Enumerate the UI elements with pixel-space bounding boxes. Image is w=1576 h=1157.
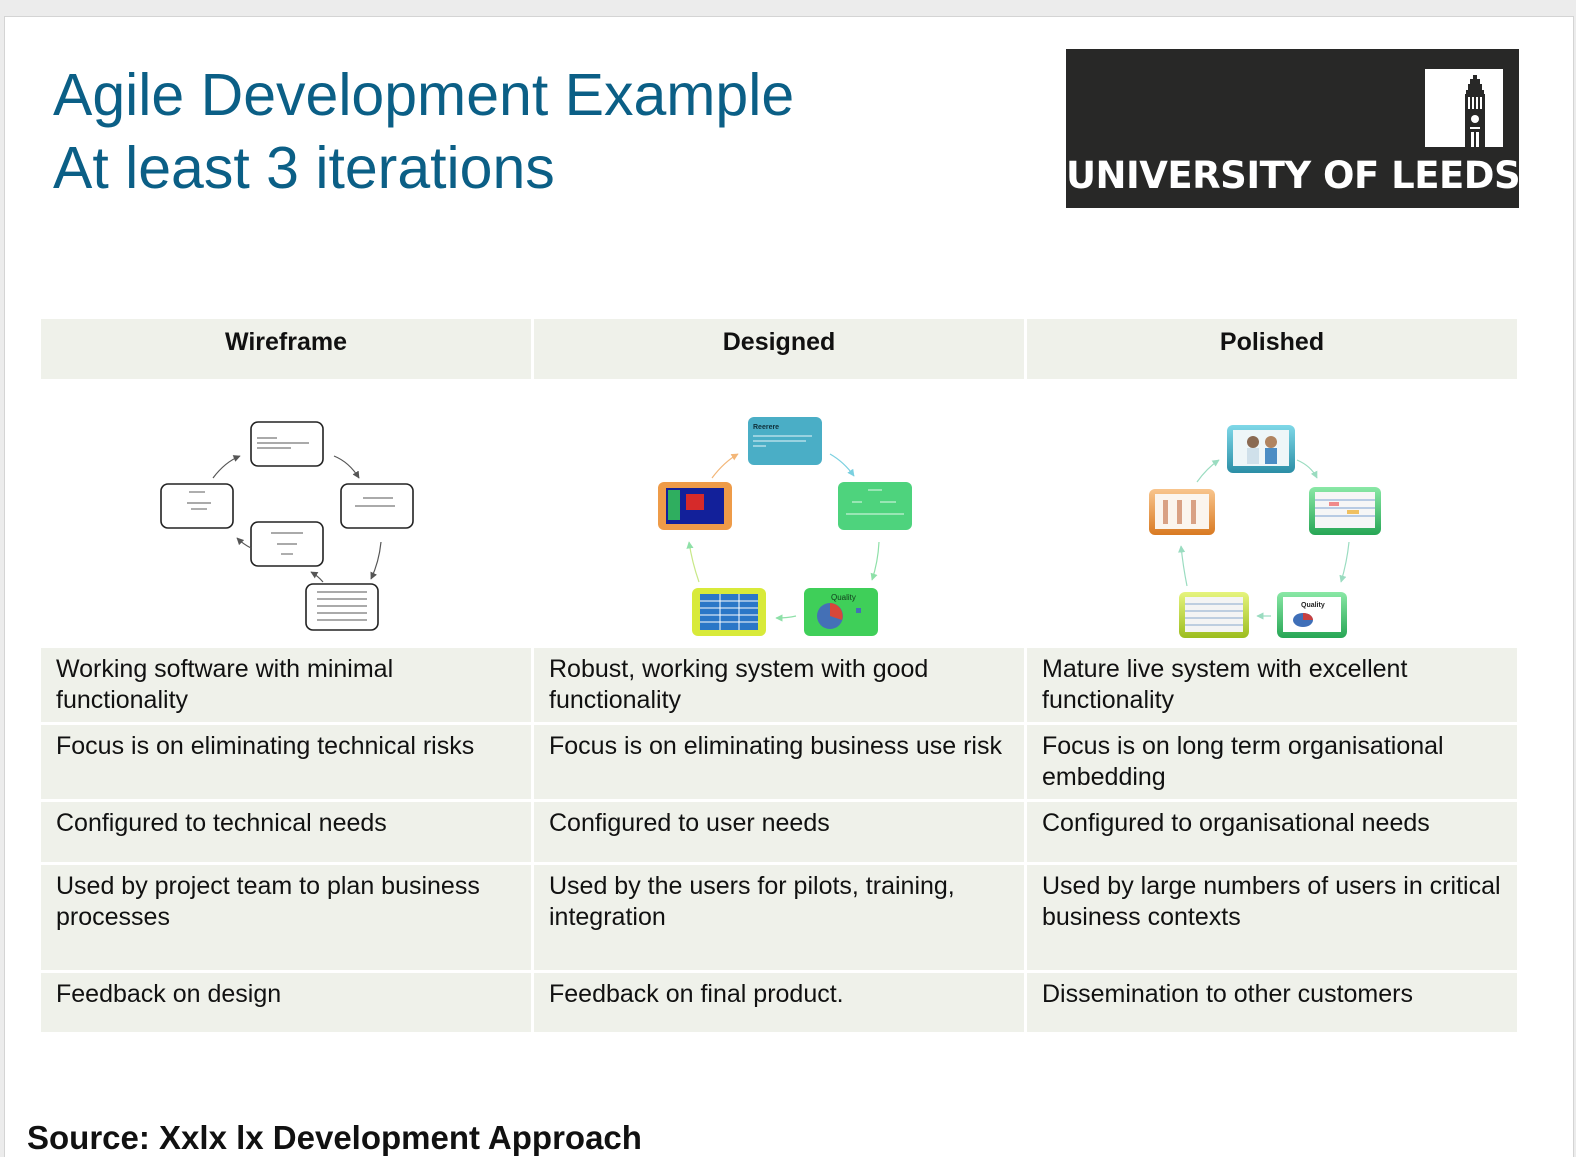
table-row: Configured to technical needs Configured… [41,802,1519,862]
table-header-row: Wireframe Designed Polished [41,319,1519,379]
table-row: Used by project team to plan business pr… [41,865,1519,970]
slide: Agile Development Example At least 3 ite… [4,16,1574,1157]
row3-designed: Configured to user needs [534,802,1024,862]
designed-cycle-diagram-icon: Reerere Quality [658,417,912,636]
title-line-1: Agile Development Example [53,62,795,128]
polished-cycle-diagram-icon: Quality [1149,425,1381,638]
table-image-row: Reerere Quality Quality [41,382,1519,648]
title-line-2: At least 3 iterations [53,135,555,201]
comparison-table: Wireframe Designed Polished Reerere Qual… [41,319,1519,1035]
table-row: Focus is on eliminating technical risks … [41,725,1519,799]
wireframe-cycle-diagram-icon [160,421,414,631]
row1-wireframe: Working software with minimal functional… [41,648,531,722]
header-wireframe: Wireframe [41,319,531,379]
table-row: Feedback on design Feedback on final pro… [41,973,1519,1032]
row4-designed: Used by the users for pilots, training, … [534,865,1024,970]
row4-wireframe: Used by project team to plan business pr… [41,865,531,970]
header-designed: Designed [534,319,1024,379]
row1-designed: Robust, working system with good functio… [534,648,1024,722]
row3-polished: Configured to organisational needs [1027,802,1517,862]
designed-quality-label: Quality [831,593,856,602]
designed-top-label: Reerere [753,424,779,431]
wireframe-image-cell [41,382,531,648]
source-caption: Source: Xxlx lx Development Approach [27,1119,642,1156]
table-row: Working software with minimal functional… [41,648,1519,722]
row2-designed: Focus is on eliminating business use ris… [534,725,1024,799]
row3-wireframe: Configured to technical needs [41,802,531,862]
header-polished: Polished [1027,319,1517,379]
polished-quality-label: Quality [1301,602,1325,609]
polished-image-cell: Quality [1027,382,1517,648]
row4-polished: Used by large numbers of users in critic… [1027,865,1517,970]
logo-wordmark: UNIVERSITY OF LEEDS [1066,154,1521,197]
university-logo: UNIVERSITY OF LEEDS [1066,49,1521,208]
row5-polished: Dissemination to other customers [1027,973,1517,1032]
slide-title: Agile Development Example At least 3 ite… [53,59,794,205]
designed-image-cell: Reerere Quality [534,382,1024,648]
row5-designed: Feedback on final product. [534,973,1024,1032]
row5-wireframe: Feedback on design [41,973,531,1032]
row2-wireframe: Focus is on eliminating technical risks [41,725,531,799]
row2-polished: Focus is on long term organisational emb… [1027,725,1517,799]
parkinson-tower-icon [1425,69,1503,147]
row1-polished: Mature live system with excellent functi… [1027,648,1517,722]
